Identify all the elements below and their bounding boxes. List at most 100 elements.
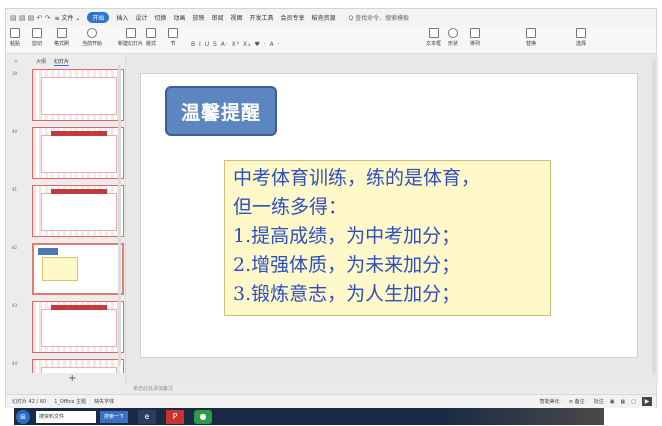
new-slide-button[interactable]: 新建幻灯片 — [118, 28, 143, 47]
play-from-current-button[interactable]: 当前开始 — [82, 28, 102, 47]
menu-file[interactable]: ≡ 文件 ⌄ — [54, 13, 80, 22]
arrange-icon — [470, 28, 480, 38]
font-format-row[interactable]: B I U S A· X² X₂ ♥ · A · — [191, 41, 281, 48]
notes-toggle-button[interactable]: ≡ 备注 · — [569, 398, 588, 405]
menu-bar: ▤ ▤ ▤ ↶ ↷ ≡ 文件 ⌄ 开始 插入 设计 切换 动画 放映 审阅 视图… — [6, 9, 656, 26]
status-bar: 幻灯片 42 / 60 1_Office 主题 缺失字体 智能美化 · ≡ 备注… — [6, 394, 656, 408]
current-slide[interactable]: 温馨提醒 中考体育训练，练的是体育， 但一练多得： 1.提高成绩，为中考加分； … — [140, 73, 638, 358]
wps-presentation-icon[interactable]: P — [166, 409, 185, 424]
slide-number: 42 — [12, 245, 18, 250]
missing-font-button[interactable]: 缺失字体 — [94, 398, 114, 405]
slide-number: 41 — [12, 187, 18, 192]
tab-outline[interactable]: 大纲 — [36, 58, 46, 66]
thumbnail-40[interactable]: 40 — [10, 127, 124, 179]
thumb-header-bar — [51, 305, 107, 310]
sorter-view-icon[interactable]: ▦ — [621, 399, 626, 405]
shape-button[interactable]: 形状 — [448, 28, 458, 47]
thumbnail-41[interactable]: 41 — [10, 185, 124, 237]
command-search[interactable]: Q 查找命令、搜索模板 — [349, 13, 410, 22]
thumb-header-bar — [51, 189, 107, 194]
replace-icon — [526, 28, 536, 38]
layout-button[interactable]: 版式 — [146, 28, 156, 47]
thumb-content — [41, 77, 117, 115]
brush-icon — [56, 28, 67, 38]
slide-counter: 幻灯片 42 / 60 — [12, 399, 47, 405]
section-icon — [168, 28, 178, 38]
taskbar-background — [444, 408, 604, 425]
thumbnail-scrollbar[interactable] — [118, 65, 121, 365]
reading-view-icon[interactable]: ▢ — [631, 399, 636, 405]
slide-thumbnail-image-current[interactable] — [32, 243, 124, 295]
menu-tab-animation[interactable]: 动画 — [173, 13, 185, 22]
slide-number: 44 — [12, 361, 18, 366]
windows-taskbar: ⊞ 搜资料文件 搜索一下 e P ● — [14, 408, 604, 425]
slide-text-line: 1.提高成绩，为中考加分； — [233, 225, 461, 247]
menu-tab-insert[interactable]: 插入 — [116, 13, 128, 22]
play-icon — [87, 28, 97, 38]
thumb-content — [41, 309, 117, 347]
menu-tab-slideshow[interactable]: 放映 — [192, 13, 204, 22]
slide-title-box[interactable]: 温馨提醒 — [165, 86, 277, 136]
vertical-scrollbar[interactable] — [652, 59, 656, 375]
select-button[interactable]: 选择 — [576, 28, 586, 47]
slide-thumbnail-image[interactable] — [32, 301, 124, 353]
replace-button[interactable]: 替换 — [526, 28, 536, 47]
thumb-text-box — [42, 257, 78, 281]
slide-thumbnail-pane: « 大纲 幻灯片 39 40 41 42 43 44 + — [6, 55, 126, 385]
add-slide-button[interactable]: + — [68, 373, 76, 384]
wechat-icon[interactable]: ● — [194, 409, 213, 424]
textbox-button[interactable]: 文本框 — [426, 28, 441, 47]
cut-button[interactable]: 剪切 — [32, 28, 42, 47]
comments-button[interactable]: 批注 — [594, 398, 604, 405]
select-icon — [576, 28, 586, 38]
format-painter-button[interactable]: 格式刷 — [54, 28, 69, 47]
slideshow-play-icon[interactable]: ▶ — [642, 397, 652, 406]
thumbnail-43[interactable]: 43 — [10, 301, 124, 353]
quick-access-icons[interactable]: ▤ ▤ ▤ ↶ ↷ — [10, 14, 50, 22]
normal-view-icon[interactable]: ▣ — [610, 399, 615, 405]
slide-text-box[interactable]: 中考体育训练，练的是体育， 但一练多得： 1.提高成绩，为中考加分； 2.增强体… — [224, 160, 551, 316]
smart-beautify-button[interactable]: 智能美化 · — [540, 398, 563, 405]
thumb-content — [41, 135, 117, 173]
arrange-button[interactable]: 排列 — [470, 28, 480, 47]
paste-button[interactable]: 粘贴 — [10, 28, 20, 47]
scissors-icon — [32, 28, 42, 38]
browser-icon[interactable]: e — [138, 409, 157, 424]
slide-number: 39 — [12, 71, 18, 76]
slide-text-line: 中考体育训练，练的是体育， — [233, 167, 481, 189]
status-right-group: 智能美化 · ≡ 备注 · 批注 ▣ ▦ ▢ ▶ — [540, 397, 652, 406]
tab-slides[interactable]: 幻灯片 — [54, 58, 70, 66]
menu-tab-transition[interactable]: 切换 — [154, 13, 166, 22]
taskbar-search-button[interactable]: 搜索一下 — [100, 410, 129, 423]
windows-start-icon[interactable]: ⊞ — [16, 409, 30, 424]
slide-text-line: 3.锻炼意志，为人生加分； — [233, 283, 461, 305]
thumb-content — [41, 367, 117, 373]
collapse-pane-icon[interactable]: « — [14, 58, 18, 65]
layout-icon — [146, 28, 156, 38]
thumb-header-bar — [51, 131, 107, 136]
menu-tab-design[interactable]: 设计 — [135, 13, 147, 22]
menu-tab-home[interactable]: 开始 — [87, 12, 110, 23]
taskbar-search-input[interactable]: 搜资料文件 — [36, 410, 96, 423]
slide-thumbnail-image[interactable] — [32, 359, 124, 373]
new-slide-icon — [125, 28, 136, 38]
menu-tab-review[interactable]: 审阅 — [211, 13, 223, 22]
menu-tab-view[interactable]: 视图 — [230, 13, 242, 22]
section-button[interactable]: 节 — [168, 28, 178, 47]
slide-thumbnail-image[interactable] — [32, 69, 124, 121]
wps-presentation-window: ▤ ▤ ▤ ↶ ↷ ≡ 文件 ⌄ 开始 插入 设计 切换 动画 放映 审阅 视图… — [5, 8, 658, 408]
slide-number: 40 — [12, 129, 18, 134]
thumbnail-39[interactable]: 39 — [10, 69, 124, 121]
shape-icon — [448, 28, 458, 38]
menu-tab-developer[interactable]: 开发工具 — [249, 13, 273, 22]
slide-thumbnail-image[interactable] — [32, 185, 124, 237]
clipboard-icon — [10, 28, 20, 38]
thumbnail-42[interactable]: 42 — [10, 243, 124, 295]
slide-thumbnail-image[interactable] — [32, 127, 124, 179]
slide-editing-area: 温馨提醒 中考体育训练，练的是体育， 但一练多得： 1.提高成绩，为中考加分； … — [127, 55, 658, 385]
menu-tab-member[interactable]: 会员专享 — [281, 13, 305, 22]
thumbnail-44[interactable]: 44 — [10, 359, 124, 373]
pane-tabs: 大纲 幻灯片 — [36, 58, 77, 66]
thumb-content — [41, 193, 117, 231]
menu-tab-resources[interactable]: 稻壳资源 — [312, 13, 336, 22]
